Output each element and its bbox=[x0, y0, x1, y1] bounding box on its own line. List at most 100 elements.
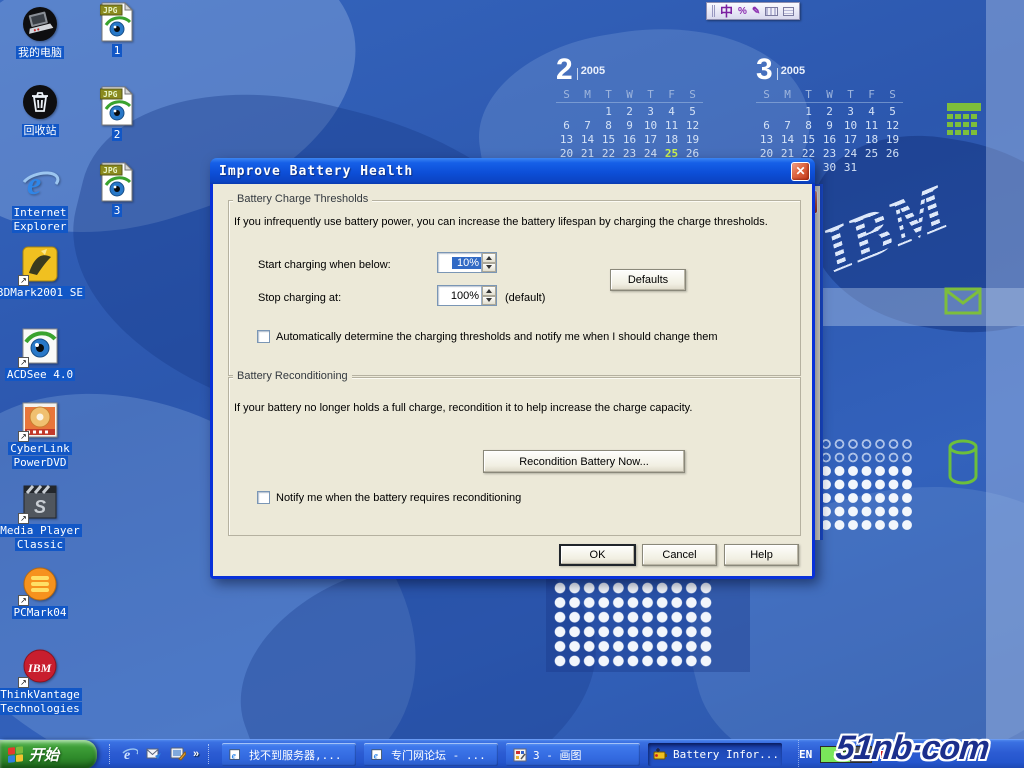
language-indicator[interactable]: EN bbox=[799, 748, 812, 761]
desktop-icon-powerdvd[interactable]: ↗ CyberLink PowerDVD bbox=[0, 400, 86, 470]
calendar-day: 13 bbox=[756, 133, 777, 147]
reconditioning-description: If your battery no longer holds a full c… bbox=[234, 402, 794, 414]
calendar-day: 4 bbox=[861, 105, 882, 119]
notify-reconditioning-checkbox[interactable] bbox=[257, 491, 270, 504]
windows-logo-icon bbox=[8, 746, 24, 763]
calendar-day: 26 bbox=[882, 147, 903, 161]
quick-launch-overflow-chevron[interactable]: » bbox=[193, 748, 199, 760]
ok-button[interactable]: OK bbox=[559, 544, 636, 566]
taskbar-window-forum[interactable]: e 专门网论坛 - ... bbox=[364, 743, 498, 766]
calendar-day: 13 bbox=[556, 133, 577, 147]
calendar-weekday: W bbox=[619, 88, 640, 103]
calendar-day: 16 bbox=[619, 133, 640, 147]
desktop-icon-jpg-3[interactable]: JPG 3 bbox=[71, 162, 163, 218]
ime-chinese-icon[interactable]: 中 bbox=[720, 5, 733, 18]
desktop-icon-jpg-1[interactable]: JPG 1 bbox=[71, 2, 163, 58]
ime-grip-handle[interactable] bbox=[712, 5, 715, 17]
auto-thresholds-checkbox-label: Automatically determine the charging thr… bbox=[276, 331, 717, 343]
svg-text:JPG: JPG bbox=[103, 6, 118, 15]
dialog-titlebar[interactable]: Improve Battery Health ✕ bbox=[210, 158, 815, 184]
calendar-day: 6 bbox=[756, 119, 777, 133]
calendar-day: 17 bbox=[640, 133, 661, 147]
svg-text:e: e bbox=[27, 165, 41, 201]
powerdvd-icon: ↗ bbox=[0, 400, 86, 440]
auto-thresholds-checkbox[interactable] bbox=[257, 330, 270, 343]
stop-charging-value[interactable]: 100% bbox=[438, 290, 481, 302]
calendar-day: 24 bbox=[840, 147, 861, 161]
taskbar-window-paint[interactable]: 3 - 画图 bbox=[506, 743, 640, 766]
start-charging-value[interactable]: 10% bbox=[452, 257, 481, 269]
desktop-icon-label: CyberLink PowerDVD bbox=[0, 442, 86, 470]
calendar-weekday: W bbox=[819, 88, 840, 103]
desktop-icon-label: ACDSee 4.0 bbox=[0, 368, 86, 382]
ime-menu-icon[interactable] bbox=[783, 7, 794, 16]
svg-text:e: e bbox=[231, 750, 236, 761]
desktop-icon-pcmark[interactable]: ↗ PCMark04 bbox=[0, 564, 86, 620]
desktop-icon-jpg-2[interactable]: JPG 2 bbox=[71, 86, 163, 142]
taskbar-window-battery-information[interactable]: Battery Infor... bbox=[648, 743, 782, 766]
calendar-day: 23 bbox=[819, 147, 840, 161]
thresholds-group-title: Battery Charge Thresholds bbox=[233, 193, 372, 205]
media-player-classic-icon: S ↗ bbox=[0, 482, 86, 522]
calendar-day: 12 bbox=[682, 119, 703, 133]
close-icon[interactable]: ✕ bbox=[791, 162, 810, 181]
desktop-icon-label: 2 bbox=[71, 128, 163, 142]
start-button[interactable]: 开始 bbox=[0, 740, 97, 768]
desktop-icon-3dmark[interactable]: ↗ 3DMark2001 SE bbox=[0, 244, 86, 300]
calendar-day: 8 bbox=[598, 119, 619, 133]
start-charging-spinner[interactable]: 10% bbox=[437, 252, 497, 273]
calendar-year: 2005 bbox=[781, 65, 805, 77]
spin-down-button[interactable] bbox=[482, 263, 496, 273]
calendar-weekday: T bbox=[598, 88, 619, 103]
pcmark-icon: ↗ bbox=[0, 564, 86, 604]
calendar-day: 19 bbox=[882, 133, 903, 147]
stop-charging-spinner[interactable]: 100% bbox=[437, 285, 497, 306]
ime-pen-icon[interactable]: ✎ bbox=[752, 6, 760, 17]
calendar-day: 8 bbox=[798, 119, 819, 133]
ime-keyboard-icon[interactable] bbox=[765, 7, 778, 16]
ime-language-bar[interactable]: 中 % ✎ bbox=[706, 2, 800, 20]
spin-up-button[interactable] bbox=[482, 253, 496, 263]
envelope-icon bbox=[944, 286, 982, 316]
wallpaper-band bbox=[986, 0, 1024, 740]
taskbar-window-label: Battery Infor... bbox=[673, 748, 779, 761]
calendar-day: 30 bbox=[819, 161, 840, 175]
calendar-day: 17 bbox=[840, 133, 861, 147]
desktop-icon-label: 3DMark2001 SE bbox=[0, 286, 86, 300]
calendar-weekday: M bbox=[777, 88, 798, 103]
taskbar-window-label: 3 - 画图 bbox=[533, 747, 582, 763]
calendar-day: 31 bbox=[840, 161, 861, 175]
3dmark-icon: ↗ bbox=[0, 244, 86, 284]
show-desktop-icon[interactable] bbox=[169, 746, 186, 763]
desktop-icon-acdsee[interactable]: ↗ ACDSee 4.0 bbox=[0, 326, 86, 382]
defaults-button[interactable]: Defaults bbox=[610, 269, 686, 291]
cancel-button[interactable]: Cancel bbox=[642, 544, 717, 566]
calendar-day: 25 bbox=[861, 147, 882, 161]
spin-up-button[interactable] bbox=[482, 286, 496, 296]
shortcut-arrow-icon: ↗ bbox=[18, 275, 29, 286]
recondition-battery-button[interactable]: Recondition Battery Now... bbox=[483, 450, 685, 473]
calendar-weekday: T bbox=[798, 88, 819, 103]
start-charging-label: Start charging when below: bbox=[258, 259, 391, 271]
calendar-day: 10 bbox=[840, 119, 861, 133]
desktop-icon-media-player-classic[interactable]: S ↗ Media Player Classic bbox=[0, 482, 86, 552]
internet-explorer-icon[interactable]: e bbox=[121, 746, 138, 763]
calendar-day: 12 bbox=[882, 119, 903, 133]
calendar-day: 6 bbox=[556, 119, 577, 133]
calendar-day: 9 bbox=[819, 119, 840, 133]
outlook-express-icon[interactable] bbox=[145, 746, 162, 763]
dialog-title: Improve Battery Health bbox=[219, 164, 413, 179]
help-button[interactable]: Help bbox=[724, 544, 799, 566]
spin-down-button[interactable] bbox=[482, 296, 496, 306]
internet-explorer-icon: e bbox=[369, 746, 386, 763]
svg-text:JPG: JPG bbox=[103, 90, 118, 99]
shortcut-arrow-icon: ↗ bbox=[18, 513, 29, 524]
stop-charging-default-note: (default) bbox=[505, 292, 545, 304]
ime-mode-icon[interactable]: % bbox=[738, 6, 747, 17]
calendar-month-number: 3 bbox=[756, 56, 773, 84]
svg-text:IBM: IBM bbox=[27, 661, 52, 675]
taskbar-window-server-not-found[interactable]: e 找不到服务器,... bbox=[222, 743, 356, 766]
reconditioning-group-title: Battery Reconditioning bbox=[233, 370, 352, 382]
desktop-icon-thinkvantage[interactable]: IBM ↗ ThinkVantage Technologies bbox=[0, 646, 86, 716]
paint-icon bbox=[511, 746, 528, 763]
